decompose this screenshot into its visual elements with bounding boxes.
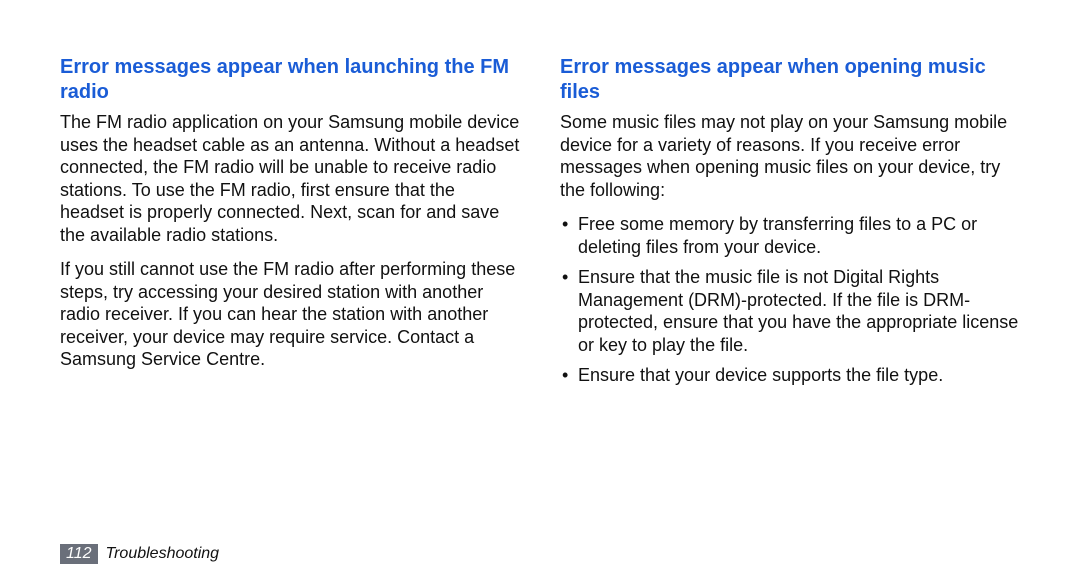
paragraph: Some music files may not play on your Sa… bbox=[560, 111, 1020, 201]
two-column-layout: Error messages appear when launching the… bbox=[60, 55, 1020, 395]
heading-music-files: Error messages appear when opening music… bbox=[560, 55, 1020, 105]
list-item: Free some memory by transferring files t… bbox=[560, 213, 1020, 258]
page-footer: 112 Troubleshooting bbox=[60, 544, 219, 564]
list-item: Ensure that the music file is not Digita… bbox=[560, 266, 1020, 356]
section-name: Troubleshooting bbox=[106, 545, 220, 563]
list-item: Ensure that your device supports the fil… bbox=[560, 364, 1020, 387]
manual-page: Error messages appear when launching the… bbox=[0, 0, 1080, 586]
paragraph: The FM radio application on your Samsung… bbox=[60, 111, 520, 246]
left-column: Error messages appear when launching the… bbox=[60, 55, 520, 395]
paragraph: If you still cannot use the FM radio aft… bbox=[60, 258, 520, 371]
bullet-list: Free some memory by transferring files t… bbox=[560, 213, 1020, 387]
heading-fm-radio: Error messages appear when launching the… bbox=[60, 55, 520, 105]
right-column: Error messages appear when opening music… bbox=[560, 55, 1020, 395]
page-number: 112 bbox=[60, 544, 98, 564]
